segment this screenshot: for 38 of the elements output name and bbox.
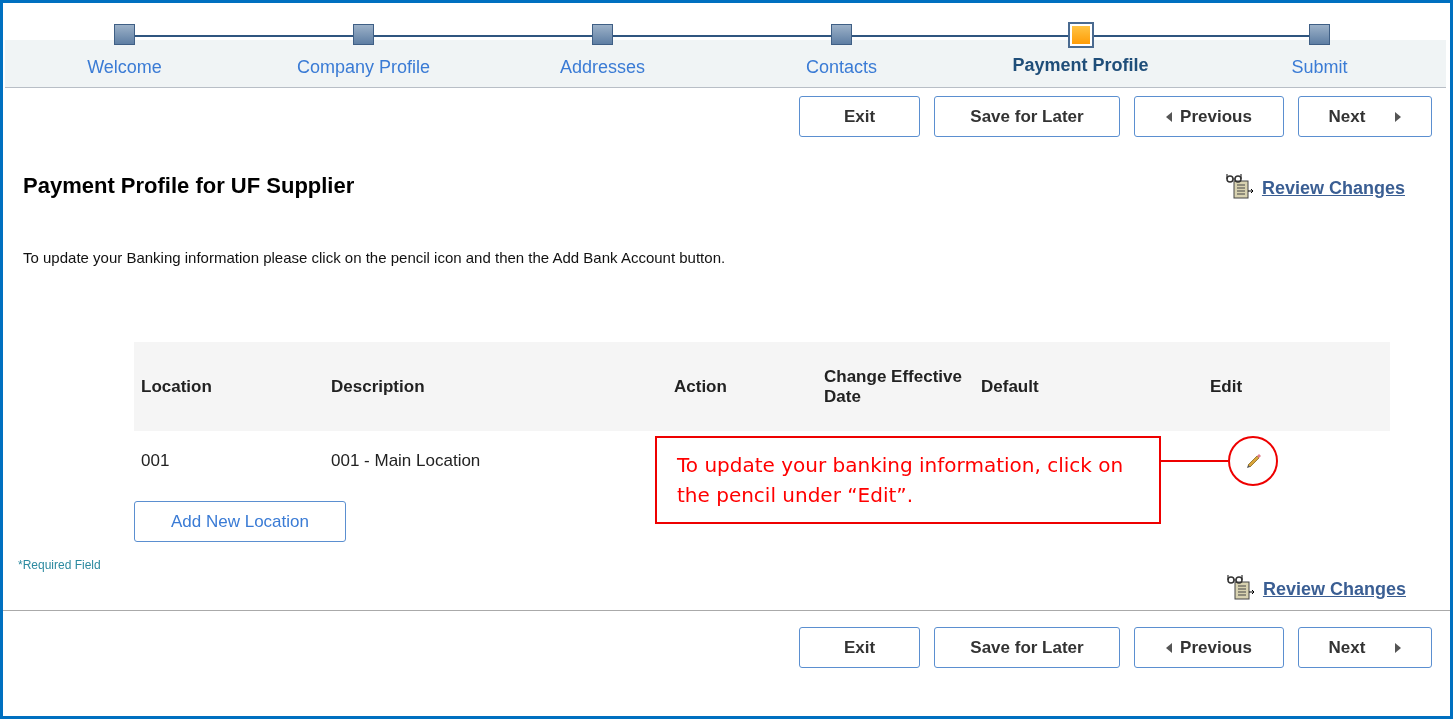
highlight-circle xyxy=(1228,436,1278,486)
caret-right-icon xyxy=(1395,642,1402,653)
column-header: Action xyxy=(674,376,728,397)
toolbar-button[interactable]: Save for Later xyxy=(934,627,1120,668)
step-label[interactable]: Submit xyxy=(1291,57,1348,78)
next-button[interactable]: Next xyxy=(1298,96,1432,137)
table-cell-text: 001 - Main Location xyxy=(331,451,482,471)
caret-left-icon xyxy=(1166,111,1173,122)
column-header: Description xyxy=(331,376,426,397)
column-header: Default xyxy=(981,376,1040,397)
review-changes-link[interactable]: Review Changes xyxy=(1261,178,1405,199)
required-note: *Required Field xyxy=(18,558,101,572)
toolbar-button[interactable]: Exit xyxy=(799,627,920,668)
toolbar-button[interactable]: Save for Later xyxy=(934,96,1120,137)
column-header: Location xyxy=(141,376,213,397)
add-location-button[interactable]: Add New Location xyxy=(134,501,346,542)
previous-button[interactable]: Previous xyxy=(1134,96,1284,137)
callout-text: To update your banking information, click on the pencil under “Edit”. xyxy=(655,436,1161,524)
glasses-document-icon xyxy=(1225,173,1256,199)
table-cell-text: 001 xyxy=(141,451,171,471)
caret-right-icon xyxy=(1395,111,1402,122)
step-label[interactable]: Contacts xyxy=(805,57,877,78)
review-changes-link[interactable]: Review Changes xyxy=(1262,579,1406,600)
step-label[interactable]: Payment Profile xyxy=(1012,55,1149,76)
previous-button[interactable]: Previous xyxy=(1134,627,1284,668)
caret-left-icon xyxy=(1166,642,1173,653)
glasses-document-icon xyxy=(1226,574,1257,600)
toolbar-button[interactable]: Exit xyxy=(799,96,920,137)
page-title: Payment Profile for UF Supplier xyxy=(23,173,355,199)
column-header: Change Effective Date xyxy=(824,366,963,407)
pencil-icon[interactable] xyxy=(1245,452,1263,470)
step-label[interactable]: Addresses xyxy=(559,57,645,78)
leader-line xyxy=(1161,460,1228,462)
step-label[interactable]: Company Profile xyxy=(296,57,431,78)
column-header: Edit xyxy=(1210,376,1244,397)
next-button[interactable]: Next xyxy=(1298,627,1432,668)
step-label[interactable]: Welcome xyxy=(87,57,162,78)
instruction-text: To update your Banking information please click on the pencil icon and then the Add Bank Account button. xyxy=(23,249,727,266)
